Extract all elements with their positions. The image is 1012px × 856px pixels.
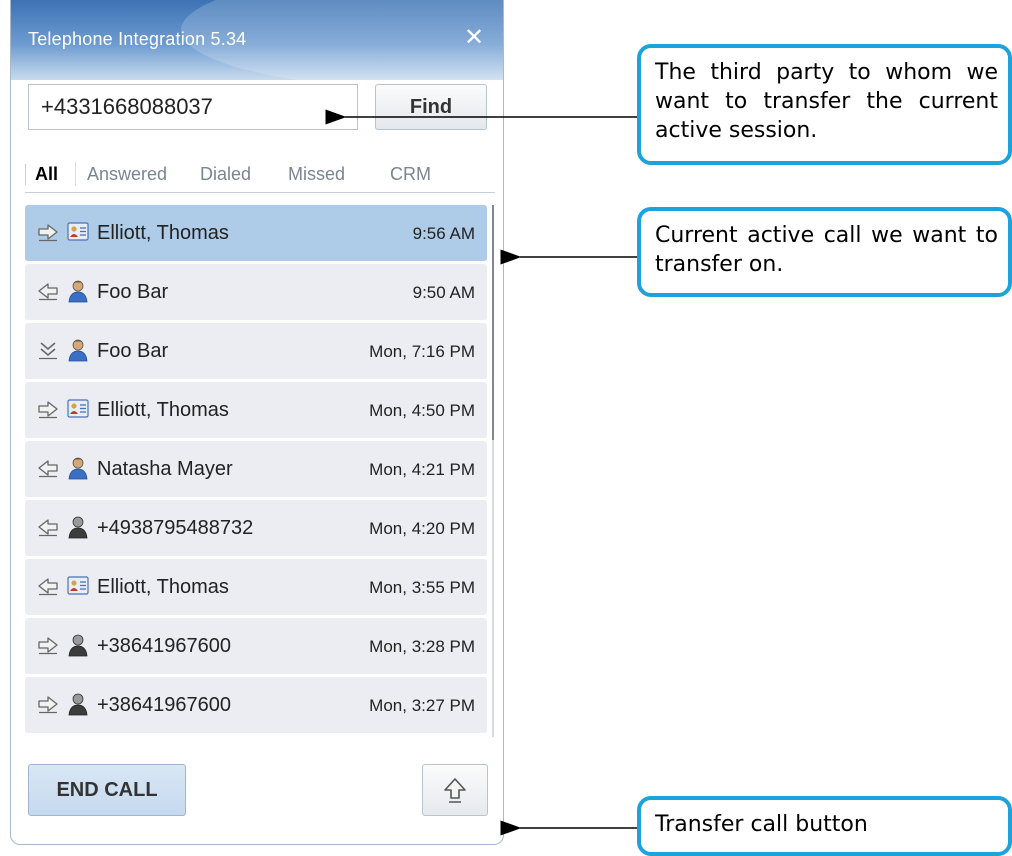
callout-arrows	[325, 109, 637, 836]
